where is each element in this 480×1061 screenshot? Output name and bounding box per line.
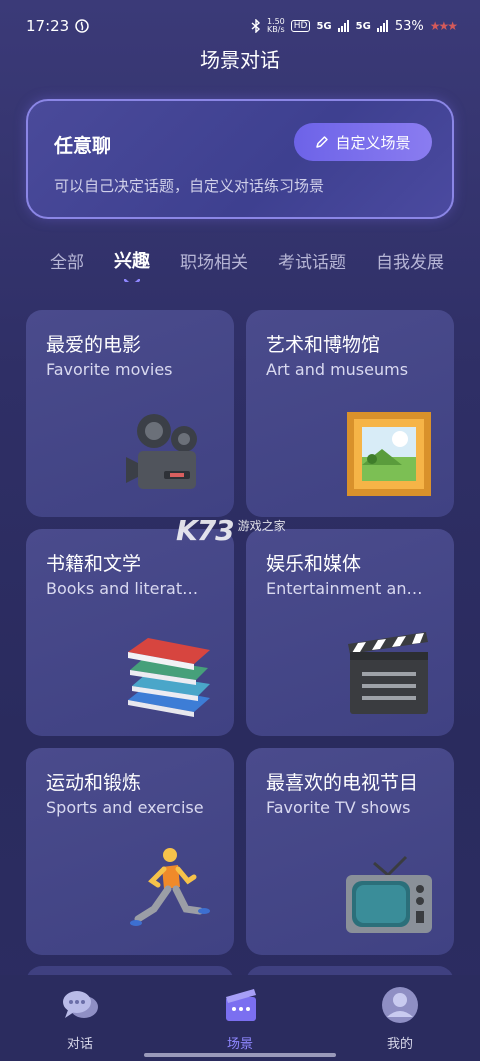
battery-level: 53% (394, 18, 424, 34)
scene-card-art-museums[interactable]: 艺术和博物馆 Art and museums (246, 310, 454, 517)
scene-title-en: Entertainment an… (266, 579, 423, 598)
movie-camera-icon (126, 414, 197, 489)
scene-card-sports[interactable]: 运动和锻炼 Sports and exercise (26, 748, 234, 955)
framed-picture-icon (347, 412, 431, 496)
tab-exam[interactable]: 考试话题 (263, 248, 361, 273)
tab-career[interactable]: 职场相关 (165, 248, 263, 273)
net-speed: 1.50 KB/s (267, 18, 285, 34)
nav-profile-label: 我的 (386, 1037, 413, 1052)
scene-card-tv-shows[interactable]: 最喜欢的电视节目 Favorite TV shows (246, 748, 454, 955)
scene-grid: 最爱的电影 Favorite movies 艺术和博物馆 Art and mus… (26, 310, 454, 955)
scene-title-zh: 最喜欢的电视节目 (266, 772, 419, 794)
nav-profile[interactable]: 我的 (340, 985, 460, 1052)
scene-title-en: Favorite movies (46, 360, 173, 379)
scene-title-en: Art and museums (266, 360, 409, 379)
tab-self-development[interactable]: 自我发展 (361, 248, 456, 273)
scene-title-zh: 书籍和文学 (46, 553, 142, 575)
television-icon (346, 855, 432, 933)
net-speed-unit: KB/s (267, 25, 285, 34)
status-time: 17:23 (26, 17, 70, 35)
scene-card-movies[interactable]: 最爱的电影 Favorite movies (26, 310, 234, 517)
hd-badge: HD (290, 20, 311, 32)
scene-title-en: Sports and exercise (46, 798, 204, 817)
pencil-icon (316, 136, 329, 148)
tab-interests[interactable]: 兴趣 (99, 247, 165, 282)
nav-scenes-label: 场景 (226, 1037, 253, 1052)
category-tabs: 全部 兴趣 职场相关 考试话题 自我发展 (0, 238, 456, 282)
rating-stars-icon: ★★★ (429, 19, 458, 33)
signal-5g-2: 5G (355, 20, 371, 32)
tab-self-development-label: 自我发展 (376, 252, 444, 273)
active-tab-indicator (124, 279, 140, 282)
tab-all[interactable]: 全部 (0, 248, 99, 273)
custom-scene-button[interactable]: 自定义场景 (294, 123, 432, 161)
status-right: 1.50 KB/s HD 5G 5G 53% ★★★ (251, 18, 458, 34)
notification-icon (75, 19, 89, 33)
scene-title-zh: 娱乐和媒体 (266, 553, 362, 575)
tab-career-label: 职场相关 (180, 252, 248, 273)
scene-title-en: Books and literat… (46, 579, 199, 598)
custom-scene-label: 自定义场景 (335, 133, 411, 152)
page-title: 场景对话 (200, 48, 280, 72)
signal-bars-icon (337, 20, 349, 32)
scene-title-en: Favorite TV shows (266, 798, 411, 817)
tab-interests-label: 兴趣 (114, 251, 150, 272)
tab-exam-label: 考试话题 (278, 252, 346, 273)
tab-all-label: 全部 (50, 252, 84, 273)
home-indicator[interactable] (144, 1053, 336, 1057)
scene-title-zh: 运动和锻炼 (46, 772, 142, 794)
scene-clapper-icon (226, 989, 256, 1021)
scene-title-zh: 最爱的电影 (46, 334, 142, 356)
runner-icon (130, 848, 210, 926)
profile-icon (382, 987, 418, 1023)
status-left: 17:23 (26, 17, 89, 35)
free-chat-card[interactable]: 任意聊 自定义场景 可以自己决定话题，自定义对话练习场景 (26, 99, 454, 219)
scene-card-entertainment[interactable]: 娱乐和媒体 Entertainment an… (246, 529, 454, 736)
free-chat-description: 可以自己决定话题，自定义对话练习场景 (54, 177, 325, 195)
free-chat-title: 任意聊 (54, 135, 112, 157)
bottom-nav: 对话 场景 我的 (0, 975, 480, 1061)
bluetooth-icon (251, 19, 260, 33)
books-icon (128, 638, 210, 717)
chat-bubbles-icon (63, 991, 98, 1018)
nav-chat[interactable]: 对话 (20, 985, 140, 1052)
nav-scenes[interactable]: 场景 (180, 985, 300, 1052)
signal-bars-icon-2 (376, 20, 388, 32)
scene-title-zh: 艺术和博物馆 (266, 334, 381, 356)
clapper-board-icon (348, 632, 428, 714)
signal-5g-1: 5G (316, 20, 332, 32)
nav-chat-label: 对话 (66, 1037, 93, 1052)
scene-card-books[interactable]: 书籍和文学 Books and literat… (26, 529, 234, 736)
